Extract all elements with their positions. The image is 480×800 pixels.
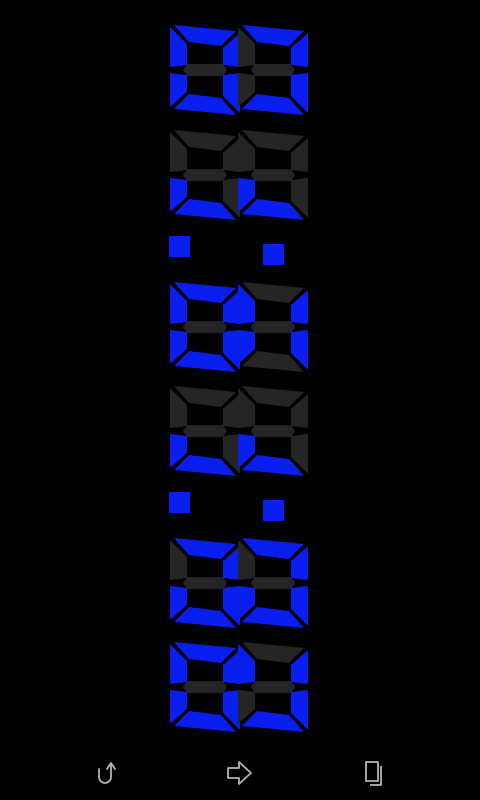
digit-1-1-segment-middle — [251, 169, 295, 181]
bottom-nav-bar — [0, 745, 480, 800]
arrow-right-icon — [225, 759, 255, 787]
digit-4-0-segment-middle — [183, 577, 227, 589]
colon-dot-0-1 — [263, 244, 284, 265]
digital-clock — [169, 25, 308, 732]
rotate-button[interactable] — [76, 745, 136, 800]
colon-dot-1-0 — [169, 492, 190, 513]
colon-dot-1-1 — [263, 500, 284, 521]
copy-icon — [362, 759, 386, 787]
digit-4-1-segment-middle — [251, 577, 295, 589]
digit-2-0-segment-middle — [183, 321, 227, 333]
send-button[interactable] — [210, 745, 270, 800]
digit-2-1-segment-middle — [251, 321, 295, 333]
digit-0-1-segment-middle — [251, 64, 295, 76]
digit-1-0-segment-middle — [183, 169, 227, 181]
digit-5-1-segment-middle — [251, 681, 295, 693]
digit-5-0-segment-middle — [183, 681, 227, 693]
rotate-icon — [93, 759, 119, 787]
digit-0-0-segment-middle — [183, 64, 227, 76]
digit-3-1-segment-middle — [251, 425, 295, 437]
digit-3-0-segment-middle — [183, 425, 227, 437]
colon-dot-0-0 — [169, 236, 190, 257]
copy-button[interactable] — [344, 745, 404, 800]
